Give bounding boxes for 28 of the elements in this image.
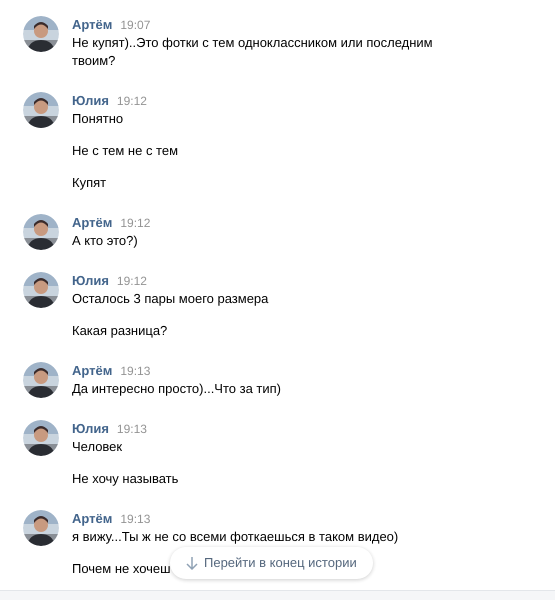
message-text: я вижу...Ты ж не со всеми фоткаешься в таком видео) [72, 528, 398, 546]
message-time: 19:12 [116, 273, 147, 290]
message-text: Понятно [72, 110, 124, 128]
message-text: Осталось 3 пары моего размера [72, 290, 268, 308]
message-text: Да интересно просто)...Что за тип) [72, 380, 282, 398]
message-time: 19:13 [120, 363, 150, 380]
author-name[interactable]: Артём [72, 510, 112, 528]
arrow-down-icon [186, 556, 198, 570]
message-text: Какая разница? [72, 322, 168, 340]
message-text: Человек [72, 438, 122, 456]
author-name[interactable]: Юлия [72, 420, 109, 438]
author-name[interactable]: Юлия [72, 272, 109, 290]
message-text: Почем не хочеш [72, 560, 171, 578]
author-name[interactable]: Артём [72, 214, 112, 232]
message-time: 19:07 [120, 17, 150, 34]
message-text: Не хочу называть [72, 470, 178, 488]
message-time: 19:12 [116, 93, 147, 110]
author-name[interactable]: Юлия [72, 92, 109, 110]
scroll-to-end-button[interactable]: Перейти в конец истории [170, 547, 373, 579]
author-name[interactable]: Артём [72, 16, 112, 34]
message-time: 19:13 [116, 421, 147, 438]
author-name[interactable]: Артём [72, 362, 112, 380]
message-text: А кто это?) [72, 232, 138, 250]
message-time: 19:13 [120, 511, 150, 528]
message-text: Не купят)..Это фотки с тем одноклассником или последним твоим? [72, 34, 434, 70]
message-text: Купят [72, 174, 106, 192]
message-text: Не с тем не с тем [72, 142, 178, 160]
message-time: 19:12 [120, 215, 150, 232]
